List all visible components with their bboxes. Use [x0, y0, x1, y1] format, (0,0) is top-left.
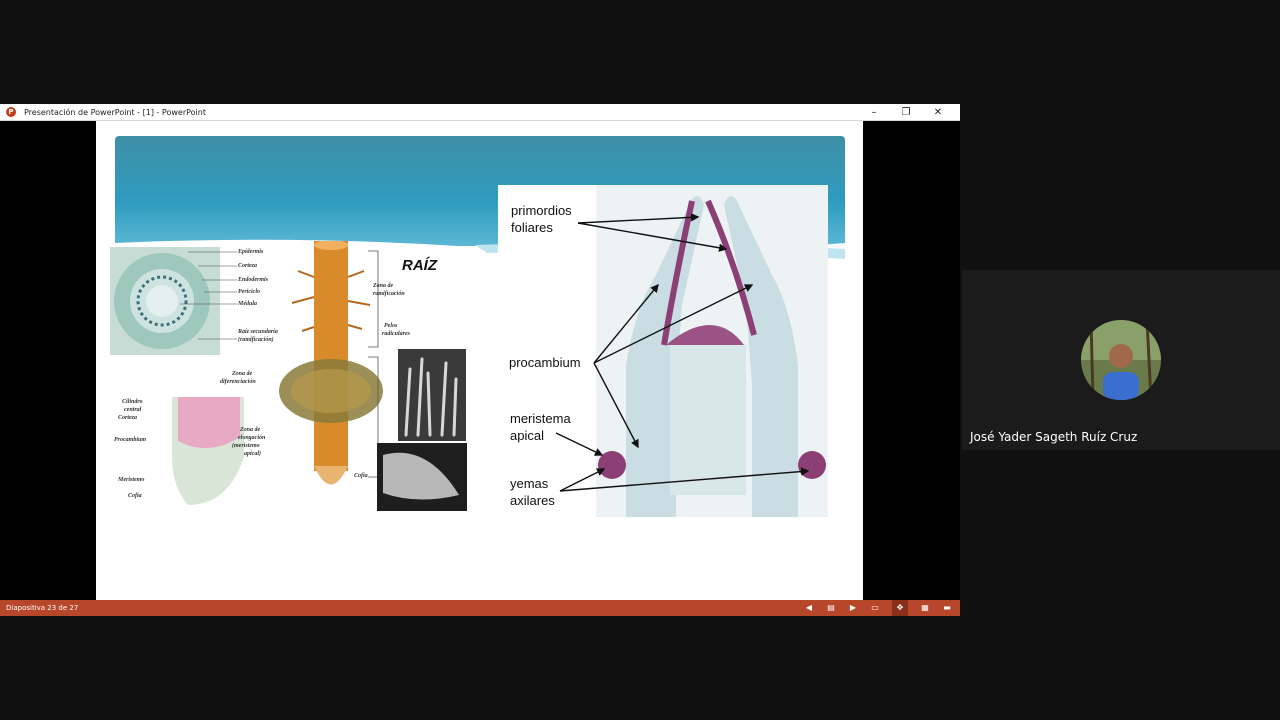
root-figure: Epidermis Corteza Endodermis Periciclo M… — [108, 241, 468, 517]
restore-button[interactable]: ❐ — [890, 104, 922, 120]
label-corteza: Corteza — [238, 263, 258, 269]
label-epidermis: Epidermis — [238, 249, 264, 255]
minimize-button[interactable]: – — [858, 104, 890, 120]
label-meristema: meristema — [510, 411, 571, 426]
participant-avatar — [1081, 320, 1161, 400]
label-zona-ramificacion-1: Zona de — [373, 283, 394, 289]
slide-counter: Diapositiva 23 de 27 — [6, 604, 79, 612]
label-meristemo: Meristemo — [118, 477, 145, 483]
label-periciclo: Periciclo — [238, 289, 260, 295]
slide-menu-icon[interactable]: ▤ — [826, 603, 836, 613]
screen-share-area: P Presentación de PowerPoint - [1] - Pow… — [0, 0, 960, 720]
slide-title: RAÍZ — [402, 257, 437, 274]
label-zona-elongacion-2: elongación — [238, 435, 266, 441]
next-slide-icon[interactable]: ▶ — [848, 603, 858, 613]
label-primordios: primordios — [511, 203, 572, 218]
window-title: Presentación de PowerPoint - [1] - Power… — [24, 107, 206, 117]
label-yemas: yemas — [510, 476, 549, 491]
label-ramificacion: (ramificación) — [238, 337, 274, 343]
cross-section-leaders — [180, 251, 237, 340]
status-bar: Diapositiva 23 de 27 ◀ ▤ ▶ ▭ ✥ ▦ ▬ — [0, 600, 960, 616]
label-medula: Médula — [238, 301, 258, 307]
label-zona-diferenciacion-2: diferenciación — [220, 379, 256, 385]
participant-name: José Yader Sageth Ruíz Cruz — [970, 430, 1138, 444]
label-zona-ramificacion-2: ramificación — [373, 291, 405, 297]
participant-tile: José Yader Sageth Ruíz Cruz — [962, 270, 1280, 450]
reading-view-icon[interactable]: ▦ — [920, 603, 930, 613]
label-zona-diferenciacion-1: Zona de — [232, 371, 253, 377]
close-button[interactable]: ✕ — [922, 104, 954, 120]
label-raiz-secundaria: Raíz secundaria — [238, 329, 278, 335]
root-tip-image — [172, 397, 244, 505]
label-endodermis: Endodermis — [238, 277, 269, 283]
label-cilindro: Cilindro — [122, 399, 143, 405]
slide: Epidermis Corteza Endodermis Periciclo M… — [96, 121, 863, 600]
shoot-apex-figure: primordios foliares procambium meristema… — [498, 185, 828, 517]
root-hairs-micrograph — [398, 349, 466, 441]
slideshow-view-icon[interactable]: ▬ — [942, 603, 952, 613]
powerpoint-window: P Presentación de PowerPoint - [1] - Pow… — [0, 104, 960, 616]
label-procambium-right: procambium — [509, 355, 581, 370]
label-axilares: axilares — [510, 493, 555, 508]
label-apical: apical — [510, 428, 544, 443]
powerpoint-icon: P — [6, 107, 16, 117]
root-cap-micrograph — [377, 443, 467, 511]
label-procambium: Procambium — [114, 437, 147, 443]
label-zona-elongacion-1: Zona de — [240, 427, 261, 433]
title-bar: P Presentación de PowerPoint - [1] - Pow… — [0, 104, 960, 121]
label-foliares: foliares — [511, 220, 553, 235]
slide-sorter-view-icon[interactable]: ✥ — [892, 600, 908, 616]
label-pelos: Pelos — [384, 323, 398, 329]
previous-slide-icon[interactable]: ◀ — [804, 603, 814, 613]
label-tip-corteza: Corteza — [118, 415, 138, 421]
slide-area: Epidermis Corteza Endodermis Periciclo M… — [0, 121, 960, 600]
label-central: central — [124, 407, 142, 413]
label-meristemo-apical-1: (meristemo — [232, 443, 260, 449]
normal-view-icon[interactable]: ▭ — [870, 603, 880, 613]
label-root-cofia: Cofia — [354, 473, 368, 479]
label-radiculares: radiculares — [382, 331, 411, 337]
label-tip-cofia: Cofia — [128, 493, 142, 499]
label-meristemo-apical-2: apical) — [244, 451, 261, 457]
